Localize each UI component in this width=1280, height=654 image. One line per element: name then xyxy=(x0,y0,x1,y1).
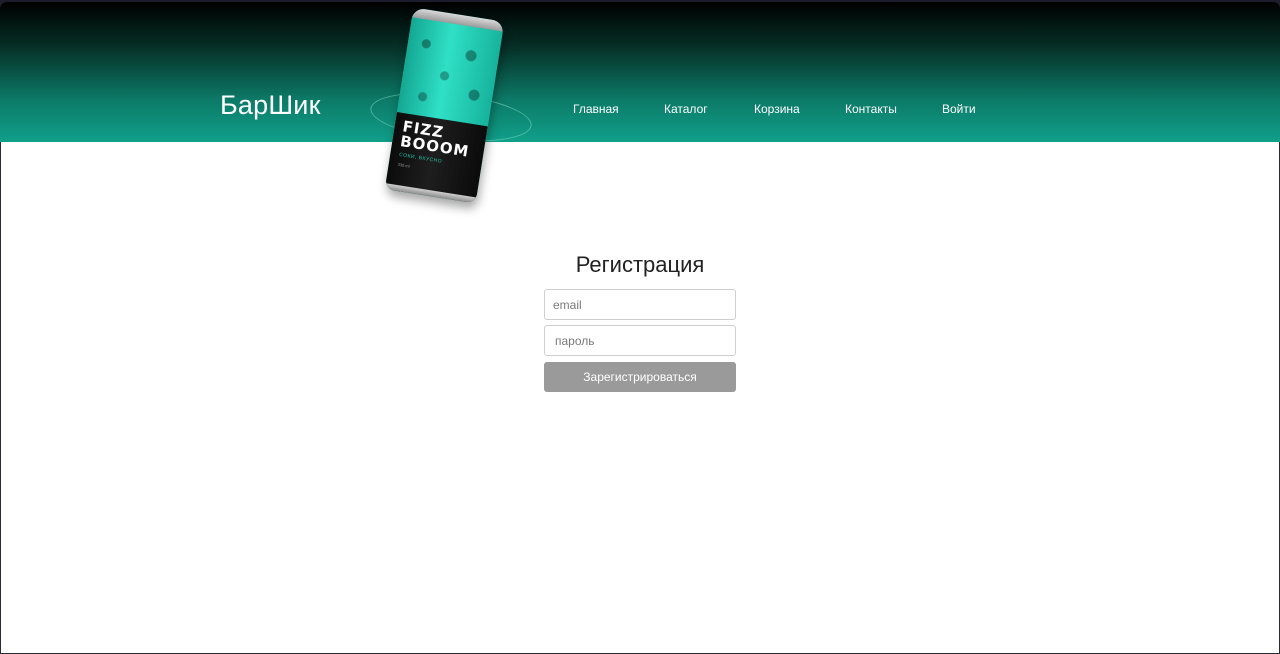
site-header: БарШик Главная Каталог Корзина Контакты … xyxy=(0,2,1280,142)
nav-link-login[interactable]: Войти xyxy=(942,102,976,116)
registration-title: Регистрация xyxy=(575,252,705,277)
browser-viewport: БарШик Главная Каталог Корзина Контакты … xyxy=(0,2,1280,654)
email-field[interactable] xyxy=(544,289,736,320)
can-pattern xyxy=(396,17,503,127)
nav-link-catalog[interactable]: Каталог xyxy=(664,102,708,116)
main-nav: Главная Каталог Корзина Контакты Войти xyxy=(0,102,1280,122)
password-field[interactable] xyxy=(544,325,736,356)
nav-link-cart[interactable]: Корзина xyxy=(754,102,800,116)
nav-link-contacts[interactable]: Контакты xyxy=(845,102,897,116)
register-button[interactable]: Зарегистрироваться xyxy=(544,362,736,392)
nav-link-home[interactable]: Главная xyxy=(573,102,619,116)
soda-can-icon: FIZZ BOOOM СОКИ, ВКУСНО 330 ml xyxy=(384,7,505,204)
